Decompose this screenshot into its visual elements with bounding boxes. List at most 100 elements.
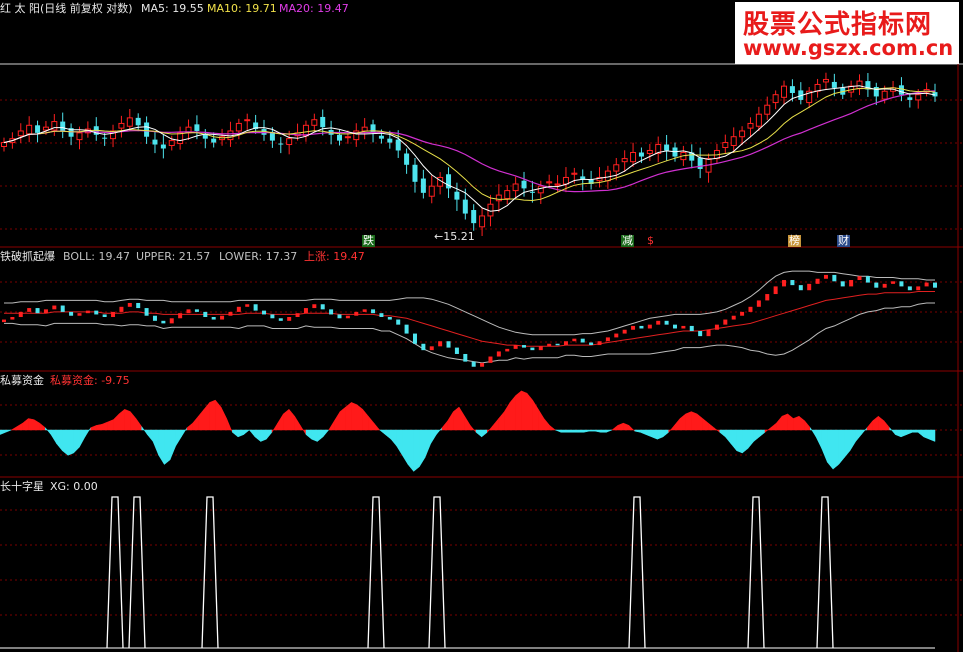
flow-area-segment	[300, 424, 307, 436]
xg-signal-spike	[106, 496, 124, 649]
flow-area-segment	[413, 429, 420, 472]
event-tag-dividend[interactable]: $	[646, 235, 655, 247]
flow-area-segment	[294, 415, 301, 431]
candle-down	[152, 139, 158, 145]
event-tag-drop[interactable]: 跌	[362, 235, 375, 247]
boll-up-label: 上涨: 19.47	[304, 250, 365, 263]
boll-candle	[236, 306, 241, 312]
boll-candle	[672, 324, 677, 329]
flow-area-segment	[600, 429, 607, 433]
candle-up	[177, 132, 184, 145]
boll-candle	[111, 311, 116, 317]
candle-up	[546, 181, 553, 184]
flow-area-segment	[787, 413, 794, 431]
candle-up	[479, 215, 486, 228]
flow-area-segment	[5, 429, 12, 433]
boll-candle	[706, 329, 711, 337]
flow-area-segment	[623, 422, 630, 431]
boll-candle	[907, 286, 912, 291]
flow-area-segment	[90, 425, 97, 431]
flow-area-segment	[181, 426, 188, 438]
boll-candle	[631, 325, 636, 330]
flow-area-segment	[152, 429, 159, 456]
candle-down	[370, 124, 376, 133]
flow-area-segment	[67, 429, 74, 456]
candle-up	[822, 78, 829, 83]
candle-up	[881, 90, 888, 100]
boll-candle	[169, 318, 174, 324]
flow-area-segment	[753, 429, 760, 443]
flow-area-segment	[487, 424, 494, 433]
candle-up	[739, 130, 746, 138]
flow-area-segment	[696, 413, 703, 431]
flow-area-segment	[430, 429, 437, 445]
flow-area-segment	[526, 392, 533, 431]
event-tag-finance[interactable]: 财	[837, 235, 850, 247]
boll-candle	[211, 317, 216, 320]
chart-canvas	[0, 63, 963, 652]
candle-down	[454, 191, 460, 200]
candle-up	[722, 142, 729, 148]
boll-candle	[295, 313, 300, 317]
flow-area-segment	[606, 429, 613, 433]
flow-area-segment	[566, 429, 573, 433]
flow-area-segment	[141, 425, 148, 436]
flow-area-segment	[220, 406, 227, 431]
xg-signal-spike	[816, 496, 834, 649]
boll-candle	[530, 347, 535, 351]
flow-area-segment	[498, 410, 505, 431]
flow-area-segment	[611, 424, 618, 431]
boll-candle	[463, 353, 468, 362]
event-tag-reduce[interactable]: 减	[621, 235, 634, 247]
boll-candle	[798, 285, 803, 291]
ma5-label: MA5: 19.55	[141, 2, 204, 15]
flow-area-segment	[617, 422, 624, 431]
boll-candle	[647, 324, 652, 329]
flow-area-segment	[509, 394, 516, 431]
candle-up	[772, 94, 779, 104]
candle-down	[898, 85, 904, 95]
flow-area-segment	[481, 429, 488, 438]
flow-area-segment	[662, 429, 669, 438]
boll-lower-label: LOWER: 17.37	[219, 250, 298, 263]
boll-candle	[832, 274, 837, 282]
flow-area-segment	[543, 417, 550, 431]
boll-candle	[228, 311, 233, 316]
boll-candle	[43, 309, 48, 314]
candle-down	[529, 191, 535, 193]
flow-area-segment	[855, 429, 862, 443]
boll-candle	[412, 333, 417, 344]
candle-up	[781, 85, 788, 98]
boll-candle	[505, 348, 510, 352]
boll-candle	[899, 281, 904, 287]
candle-up	[755, 113, 762, 127]
boll-candle	[522, 345, 527, 348]
flow-area-segment	[10, 426, 18, 431]
flow-area-segment	[719, 429, 726, 438]
flow-area-segment	[679, 413, 686, 431]
flow-area-segment	[770, 422, 777, 431]
flow-area-segment	[328, 419, 335, 431]
boll-candle	[245, 304, 250, 307]
boll-candle	[371, 309, 376, 314]
boll-candle	[2, 319, 6, 323]
flow-area-segment	[747, 429, 754, 450]
candle-down	[144, 122, 150, 137]
boll-candle	[303, 308, 308, 314]
flow-area-segment	[634, 429, 641, 433]
boll-candle	[698, 331, 703, 337]
boll-candle	[404, 324, 409, 334]
flow-area-segment	[725, 429, 732, 445]
flow-area-segment	[101, 421, 108, 431]
boll-candle	[329, 309, 334, 315]
boll-candle	[547, 343, 552, 347]
candle-down	[471, 210, 477, 224]
event-tag-ranking[interactable]: 榜	[788, 235, 801, 247]
candle-up	[126, 117, 133, 127]
flow-area-segment	[708, 422, 715, 431]
flow-area-segment	[470, 424, 477, 433]
flow-area-segment	[917, 429, 924, 438]
flow-area-segment	[838, 429, 845, 466]
boll-candle	[580, 338, 585, 343]
flow-area-segment	[334, 410, 341, 431]
